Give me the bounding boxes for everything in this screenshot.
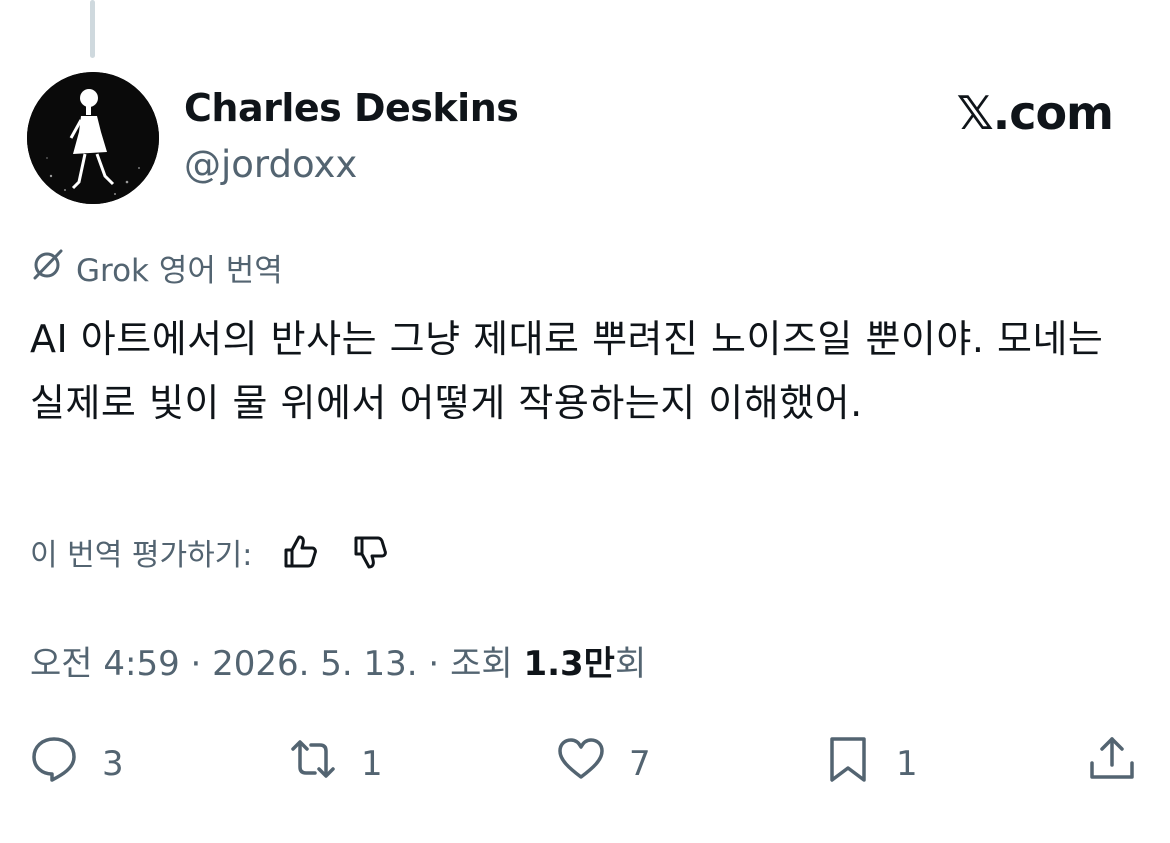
share-button[interactable] (1086, 733, 1138, 794)
views-suffix: 회 (614, 644, 647, 684)
heart-icon (555, 733, 607, 794)
grok-icon (30, 246, 66, 290)
author-handle[interactable]: @jordoxx (184, 143, 357, 186)
x-brand-logo: 𝕏.com (956, 86, 1114, 140)
reply-count: 3 (102, 743, 124, 784)
like-button[interactable]: 7 (555, 733, 651, 794)
repost-button[interactable]: 1 (287, 733, 383, 794)
share-icon (1086, 733, 1138, 794)
translation-source-text: Grok 영어 번역 (76, 253, 283, 289)
tweet-body-text: AI 아트에서의 반사는 그냥 제대로 뿌려진 노이즈일 뿐이야. 모네는 실제… (30, 317, 1104, 425)
repost-icon (287, 733, 339, 794)
thumbs-up-icon[interactable] (278, 530, 322, 574)
rate-translation-row: 이 번역 평가하기: (30, 530, 392, 574)
tweet-meta: 오전 4:59 · 2026. 5. 13. · 조회 1.3만회 (30, 636, 646, 685)
bookmark-count: 1 (896, 743, 918, 784)
tweet-actions-bar: 3 1 7 1 (0, 733, 1170, 803)
bookmark-icon (822, 733, 874, 794)
reply-button[interactable]: 3 (28, 733, 124, 794)
like-count: 7 (629, 743, 651, 784)
tweet-time[interactable]: 오전 4:59 (30, 644, 180, 684)
avatar[interactable] (27, 72, 159, 204)
views-count[interactable]: 1.3만 (523, 644, 615, 684)
author-display-name[interactable]: Charles Deskins (184, 86, 519, 130)
repost-count: 1 (361, 743, 383, 784)
avatar-silhouette-image (27, 72, 159, 204)
meta-separator: · (417, 644, 451, 684)
reply-icon (28, 733, 80, 794)
bookmark-button[interactable]: 1 (822, 733, 918, 794)
thumbs-down-icon[interactable] (348, 530, 392, 574)
thread-connector-line (90, 0, 95, 58)
grok-translation-label: Grok 영어 번역 (30, 245, 283, 290)
meta-separator: · (179, 644, 213, 684)
rate-translation-label: 이 번역 평가하기: (30, 538, 253, 573)
views-label: 조회 (450, 644, 524, 684)
tweet-date[interactable]: 2026. 5. 13. (212, 644, 417, 684)
